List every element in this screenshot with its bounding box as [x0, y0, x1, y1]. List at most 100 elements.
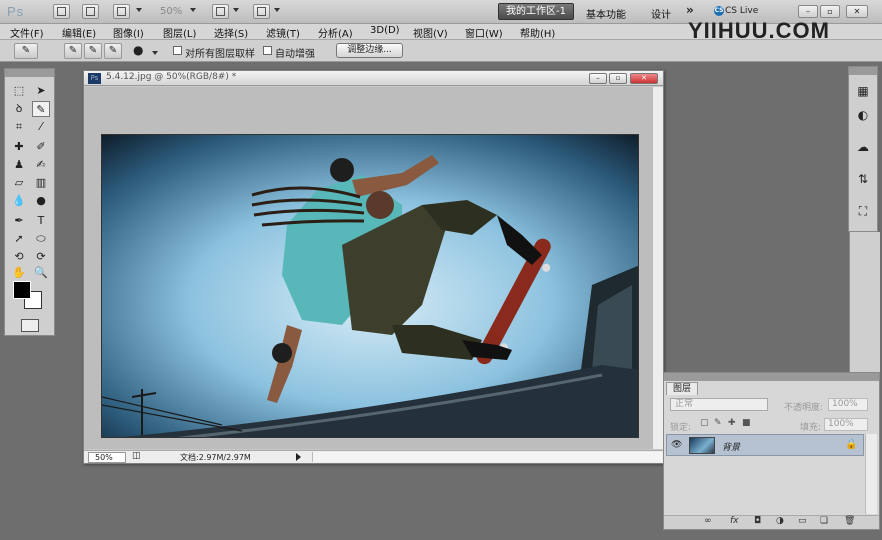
layer-name[interactable]: 背景	[722, 440, 740, 453]
menu-view[interactable]: 视图(V)	[413, 25, 448, 40]
fill-field[interactable]: 100%	[824, 418, 868, 431]
brush-picker-icon[interactable]: ●	[133, 43, 143, 57]
new-group-icon[interactable]: ▭	[798, 516, 807, 526]
skateboarder-photo[interactable]	[101, 134, 639, 438]
layer-style-icon[interactable]: fx	[730, 516, 739, 526]
tab-layers[interactable]: 图层	[666, 382, 698, 395]
status-zoom-field[interactable]: 50%	[88, 452, 126, 463]
hand-tool-icon[interactable]: ✋	[10, 265, 28, 281]
chevron-down-icon[interactable]	[136, 8, 142, 12]
menu-help[interactable]: 帮助(H)	[520, 25, 555, 40]
auto-enhance-checkbox[interactable]	[263, 46, 272, 55]
zoom-tool-icon[interactable]: 🔍	[32, 265, 50, 281]
tools-panel-header[interactable]	[5, 69, 54, 77]
menu-3d[interactable]: 3D(D)	[370, 25, 400, 36]
vertical-scrollbar[interactable]	[652, 87, 663, 449]
document-minimize-button[interactable]: –	[589, 73, 607, 84]
sample-all-layers-checkbox[interactable]	[173, 46, 182, 55]
shape-tool-icon[interactable]: ⬭	[32, 231, 50, 247]
blend-mode-select[interactable]: 正常	[670, 398, 768, 411]
document-titlebar[interactable]: Ps 5.4.12.jpg @ 50%(RGB/8#) * – ▫ ✕	[84, 71, 663, 86]
lasso-tool-icon[interactable]: ꝺ	[10, 101, 28, 117]
new-layer-icon[interactable]: ❏	[820, 516, 828, 526]
menu-select[interactable]: 选择(S)	[214, 25, 248, 40]
menu-file[interactable]: 文件(F)	[10, 25, 44, 40]
brush-tool-icon[interactable]: ✐	[32, 139, 50, 155]
zoom-level[interactable]: 50%	[160, 6, 182, 17]
history-brush-tool-icon[interactable]: ✍	[32, 157, 50, 173]
refine-edge-button[interactable]: 调整边缘...	[336, 43, 403, 58]
delete-layer-icon[interactable]: 🗑	[844, 516, 855, 526]
healing-brush-tool-icon[interactable]: ✚	[10, 139, 28, 155]
workspace-design[interactable]: 设计	[651, 6, 671, 21]
chevron-down-icon[interactable]	[152, 51, 158, 55]
layer-row[interactable]: 👁 背景 🔒	[666, 434, 864, 456]
type-tool-icon[interactable]: T	[32, 213, 50, 229]
eye-icon[interactable]: 👁	[671, 440, 682, 450]
cs-live-button[interactable]: CS Live	[725, 6, 758, 16]
menu-image[interactable]: 图像(I)	[113, 25, 144, 40]
lock-image-icon[interactable]: ✎	[714, 418, 722, 428]
tool-preset-picker[interactable]: ✎	[14, 43, 38, 59]
adjustments-icon[interactable]: ☁	[855, 139, 871, 155]
status-menu-arrow-icon[interactable]	[296, 453, 301, 461]
subtract-selection-button[interactable]: ✎	[104, 43, 122, 59]
blur-tool-icon[interactable]: 💧	[10, 193, 28, 209]
foreground-color-swatch[interactable]	[13, 281, 31, 299]
path-selection-tool-icon[interactable]: ➚	[10, 231, 28, 247]
screen-mode-button[interactable]	[253, 4, 270, 19]
panel-dock-header[interactable]	[849, 67, 877, 75]
chevron-down-icon[interactable]	[274, 8, 280, 12]
menu-analysis[interactable]: 分析(A)	[318, 25, 353, 40]
opacity-field[interactable]: 100%	[828, 398, 868, 411]
layers-panel-header[interactable]	[664, 373, 879, 381]
eraser-tool-icon[interactable]: ▱	[10, 175, 28, 191]
history-icon[interactable]: ⇅	[855, 171, 871, 187]
3d-orbit-tool-icon[interactable]: ⟳	[32, 249, 50, 265]
navigator-icon[interactable]: ◐	[855, 107, 871, 123]
document-close-button[interactable]: ✕	[630, 73, 658, 84]
chevron-down-icon[interactable]	[190, 8, 196, 12]
link-layers-icon[interactable]: ∞	[704, 516, 712, 526]
arrange-documents-button[interactable]	[212, 4, 229, 19]
crop-tool-icon[interactable]: ⌗	[10, 119, 28, 135]
gradient-tool-icon[interactable]: ▥	[32, 175, 50, 191]
canvas-area[interactable]	[84, 87, 652, 449]
horizontal-scrollbar[interactable]	[312, 452, 662, 462]
close-button[interactable]: ✕	[846, 5, 868, 18]
adjustment-layer-icon[interactable]: ◑	[776, 516, 784, 526]
move-tool-icon[interactable]: ➤	[32, 83, 50, 99]
add-selection-button[interactable]: ✎	[84, 43, 102, 59]
clone-stamp-tool-icon[interactable]: ♟	[10, 157, 28, 173]
bridge-button[interactable]	[53, 4, 70, 19]
document-maximize-button[interactable]: ▫	[609, 73, 627, 84]
dodge-tool-icon[interactable]: ●	[32, 193, 50, 209]
layer-mask-icon[interactable]: ◘	[754, 516, 761, 526]
view-extras-button[interactable]	[113, 4, 130, 19]
marquee-tool-icon[interactable]: ⬚	[10, 83, 28, 99]
transform-icon[interactable]: ⛶	[855, 203, 871, 219]
menu-window[interactable]: 窗口(W)	[465, 25, 503, 40]
layers-scrollbar[interactable]	[865, 434, 877, 514]
pen-tool-icon[interactable]: ✒	[10, 213, 28, 229]
menu-filter[interactable]: 滤镜(T)	[266, 25, 300, 40]
eyedropper-tool-icon[interactable]: ⁄	[32, 119, 50, 135]
menu-layer[interactable]: 图层(L)	[163, 25, 196, 40]
lock-transparent-icon[interactable]: ▢	[700, 418, 709, 428]
restore-button[interactable]: ▫	[820, 5, 840, 18]
histogram-icon[interactable]: ▦	[855, 83, 871, 99]
mini-bridge-button[interactable]	[82, 4, 99, 19]
status-info-icon[interactable]: ◫	[132, 451, 141, 461]
workspace-active[interactable]: 我的工作区-1	[498, 3, 574, 20]
minimize-button[interactable]: –	[798, 5, 818, 18]
quick-mask-button[interactable]	[21, 319, 39, 332]
chevron-down-icon[interactable]	[233, 8, 239, 12]
3d-rotate-tool-icon[interactable]: ⟲	[10, 249, 28, 265]
more-workspaces[interactable]: »	[686, 3, 694, 17]
lock-position-icon[interactable]: ✚	[728, 418, 736, 428]
workspace-basic[interactable]: 基本功能	[586, 6, 626, 21]
lock-all-icon[interactable]: ■	[742, 418, 751, 428]
menu-edit[interactable]: 编辑(E)	[62, 25, 96, 40]
quick-selection-tool-icon[interactable]: ✎	[32, 101, 50, 117]
new-selection-button[interactable]: ✎	[64, 43, 82, 59]
